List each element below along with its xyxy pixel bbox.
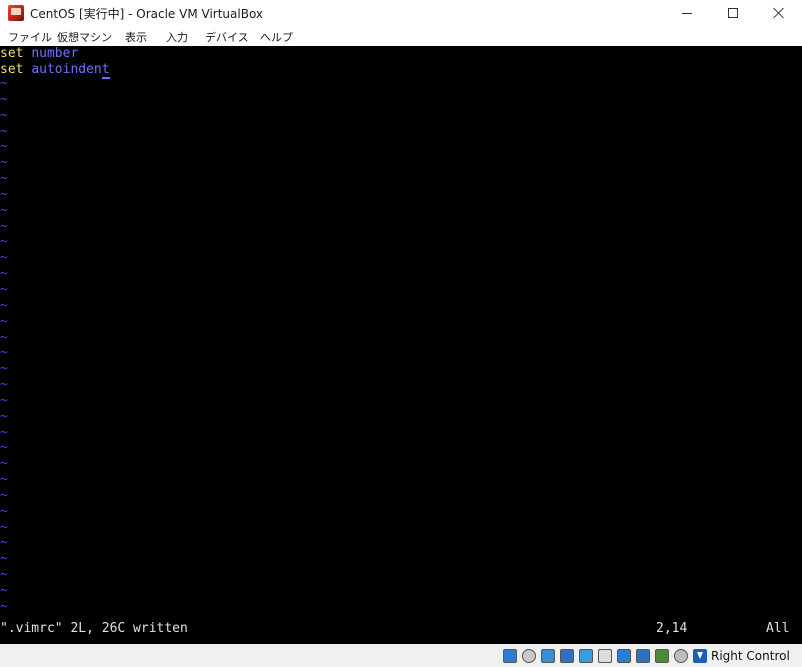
tilde-marker: ~	[0, 424, 8, 440]
empty-line-markers: ~ ~ ~ ~ ~ ~ ~ ~ ~ ~ ~ ~ ~ ~ ~ ~ ~ ~ ~ ~ ~ ~ ~ ~ ~ ~ ~ ~ ~ ~ ~ ~ ~ ~	[0, 76, 12, 615]
host-key-icon[interactable]	[693, 649, 707, 663]
tilde-marker: ~	[0, 171, 8, 187]
vim-scroll-position: All	[766, 621, 790, 636]
tilde-marker: ~	[0, 250, 8, 266]
editor-line-1: set number	[0, 46, 78, 62]
tilde-marker: ~	[0, 91, 8, 107]
tilde-marker: ~	[0, 487, 8, 503]
line-keyword: set	[0, 62, 24, 77]
menu-input[interactable]: 入力	[166, 29, 188, 45]
tilde-marker: ~	[0, 408, 8, 424]
tilde-marker: ~	[0, 123, 8, 139]
tilde-marker: ~	[0, 297, 8, 313]
tilde-marker: ~	[0, 551, 8, 567]
text-cursor: t	[101, 62, 110, 79]
tilde-marker: ~	[0, 535, 8, 551]
vim-status-message: ".vimrc" 2L, 26C written	[0, 621, 188, 636]
tilde-marker: ~	[0, 202, 8, 218]
host-key-label: Right Control	[711, 649, 790, 663]
optical-drive-icon[interactable]	[522, 649, 536, 663]
mouse-integration-icon[interactable]	[674, 649, 688, 663]
vm-screen[interactable]: set number set autoindent ~ ~ ~ ~ ~ ~ ~ ~ ~ ~ ~ ~ ~ ~…	[0, 46, 802, 644]
line-value: autoindent	[31, 62, 110, 79]
shared-folder-icon[interactable]	[598, 649, 612, 663]
tilde-marker: ~	[0, 107, 8, 123]
tilde-marker: ~	[0, 598, 8, 614]
tilde-marker: ~	[0, 472, 8, 488]
tilde-marker: ~	[0, 519, 8, 535]
audio-icon[interactable]	[541, 649, 555, 663]
tilde-marker: ~	[0, 313, 8, 329]
menu-machine[interactable]: 仮想マシン	[57, 29, 112, 45]
close-button[interactable]	[756, 0, 802, 26]
menu-devices[interactable]: デバイス	[205, 29, 249, 45]
display-icon[interactable]	[617, 649, 631, 663]
tilde-marker: ~	[0, 139, 8, 155]
tilde-marker: ~	[0, 76, 8, 91]
tilde-marker: ~	[0, 456, 8, 472]
usb-icon[interactable]	[579, 649, 593, 663]
network-icon[interactable]	[560, 649, 574, 663]
menu-file[interactable]: ファイル	[8, 29, 52, 45]
maximize-icon	[728, 8, 738, 18]
virtualbox-app-icon	[8, 5, 24, 21]
tilde-marker: ~	[0, 377, 8, 393]
minimize-icon	[682, 12, 692, 14]
vm-status-bar: Right Control	[0, 644, 802, 667]
line-value: number	[31, 46, 79, 61]
editor-line-2: set autoindent	[0, 62, 110, 79]
tilde-marker: ~	[0, 186, 8, 202]
maximize-button[interactable]	[710, 0, 756, 26]
tilde-marker: ~	[0, 345, 8, 361]
window-title: CentOS [実行中] - Oracle VM VirtualBox	[30, 7, 264, 21]
title-bar: CentOS [実行中] - Oracle VM VirtualBox	[0, 0, 802, 26]
tilde-marker: ~	[0, 281, 8, 297]
tilde-marker: ~	[0, 583, 8, 598]
menu-bar: ファイル 仮想マシン 表示 入力 デバイス ヘルプ	[0, 26, 802, 46]
vim-cursor-position: 2,14	[656, 621, 688, 636]
recording-icon[interactable]	[636, 649, 650, 663]
close-icon	[773, 7, 785, 19]
tilde-marker: ~	[0, 440, 8, 456]
menu-view[interactable]: 表示	[125, 29, 147, 45]
minimize-button[interactable]	[664, 0, 710, 26]
tilde-marker: ~	[0, 361, 8, 377]
virtualization-icon[interactable]	[655, 649, 669, 663]
tilde-marker: ~	[0, 218, 8, 234]
tilde-marker: ~	[0, 266, 8, 282]
tilde-marker: ~	[0, 392, 8, 408]
tilde-marker: ~	[0, 503, 8, 519]
hard-disk-icon[interactable]	[503, 649, 517, 663]
tilde-marker: ~	[0, 567, 8, 583]
tilde-marker: ~	[0, 155, 8, 171]
menu-help[interactable]: ヘルプ	[260, 29, 293, 45]
tilde-marker: ~	[0, 329, 8, 345]
line-keyword: set	[0, 46, 24, 61]
tilde-marker: ~	[0, 234, 8, 250]
